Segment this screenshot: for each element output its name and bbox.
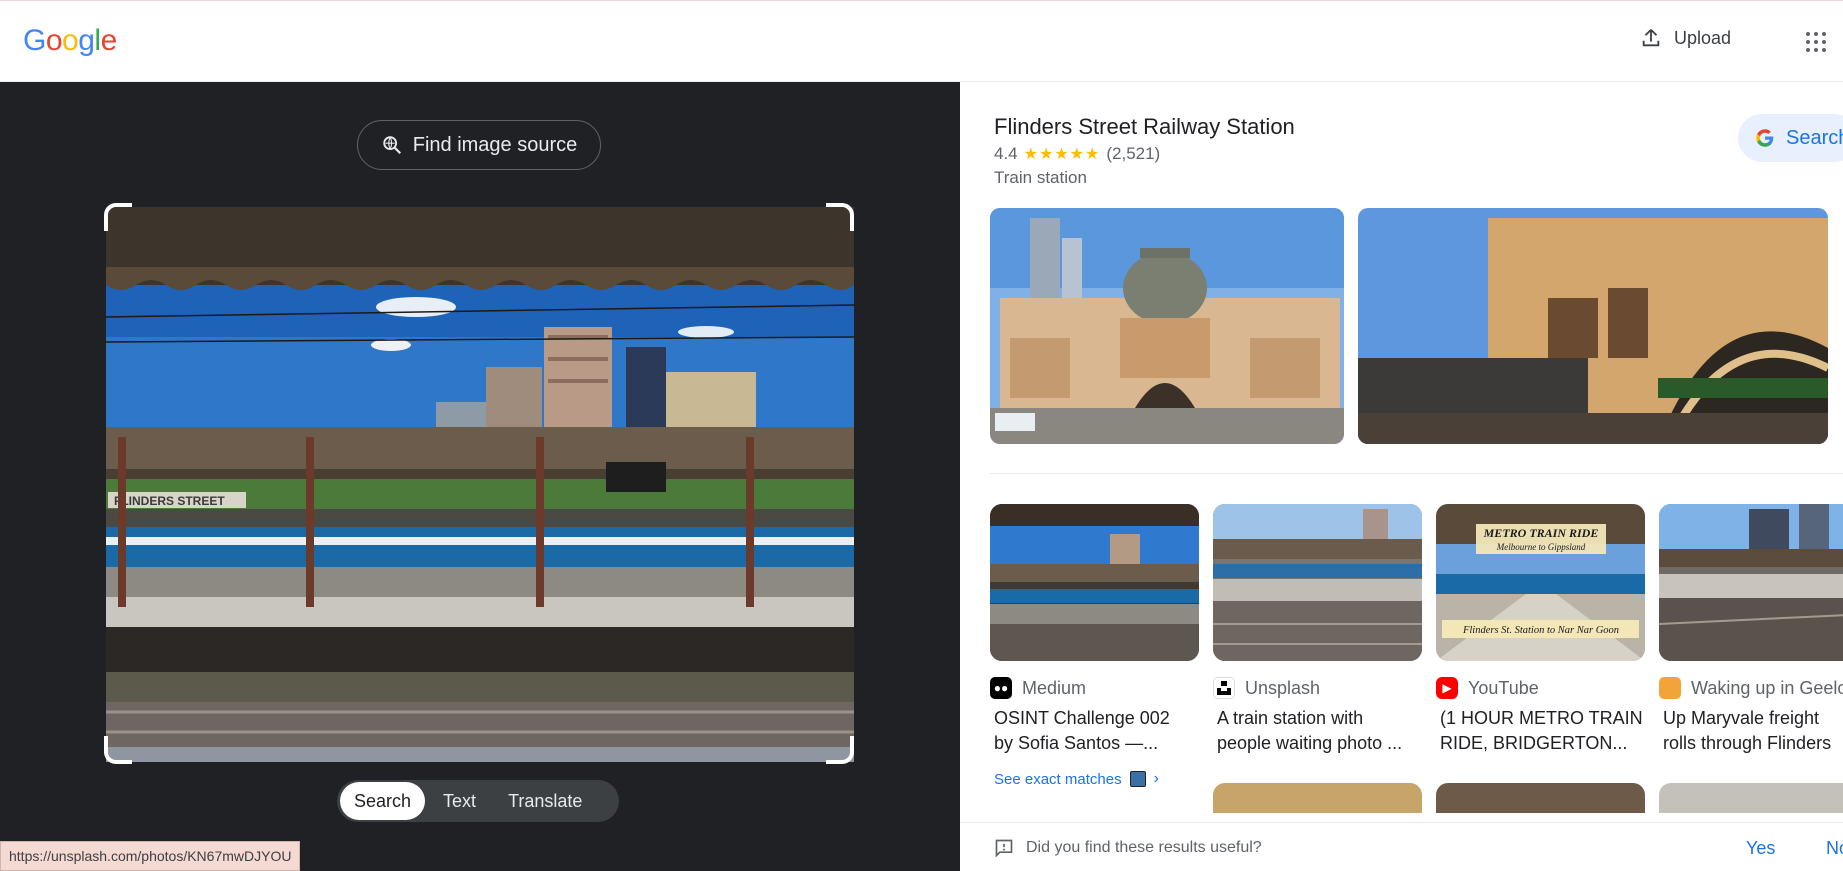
exact-match-thumb-icon	[1129, 771, 1146, 787]
feedback-question: Did you find these results useful?	[1026, 839, 1262, 856]
crop-handle-top-right[interactable]	[826, 203, 854, 231]
result-thumbnail-2[interactable]	[1213, 504, 1422, 661]
apps-grid-icon[interactable]	[1806, 32, 1826, 52]
logo-letter: e	[100, 24, 118, 57]
lens-image-panel: Find image source FLINDERS STREET Search…	[0, 82, 960, 871]
feedback-no-button[interactable]: No	[1826, 838, 1843, 859]
feedback-bar: Did you find these results useful? Yes N…	[960, 822, 1843, 871]
unsplash-icon	[1213, 677, 1235, 699]
result-source-1[interactable]: ●● Medium	[990, 677, 1086, 699]
result-title-1[interactable]: OSINT Challenge 002 by Sofia Santos —...	[994, 706, 1199, 756]
google-g-icon	[1756, 129, 1774, 147]
result-title-4[interactable]: Up Maryvale freight rolls through Flinde…	[1663, 706, 1843, 756]
rating-value: 4.4	[994, 144, 1018, 163]
review-count: (2,521)	[1106, 144, 1161, 163]
rating-stars-icon: ★★★★★	[1023, 146, 1101, 163]
place-title[interactable]: Flinders Street Railway Station	[994, 114, 1295, 140]
feedback-yes-button[interactable]: Yes	[1746, 838, 1775, 859]
thumb-overlay-caption: Flinders St. Station to Nar Nar Goon	[1462, 625, 1619, 636]
youtube-icon: ▶	[1436, 677, 1458, 699]
chevron-right-icon: ›	[1153, 770, 1159, 787]
place-photo-1[interactable]	[990, 208, 1344, 444]
source-name: YouTube	[1468, 677, 1539, 698]
logo-letter: G	[23, 24, 46, 57]
place-type: Train station	[994, 168, 1087, 187]
site-icon	[1659, 677, 1681, 699]
search-chip-label: Search	[1786, 126, 1843, 149]
source-name: Waking up in Geelo	[1691, 677, 1843, 698]
logo-letter: o	[45, 24, 63, 57]
section-divider	[990, 473, 1843, 474]
find-image-source-button[interactable]: Find image source	[357, 120, 601, 170]
upload-label: Upload	[1674, 27, 1732, 48]
crop-handle-bottom-left[interactable]	[104, 736, 132, 764]
result-source-4[interactable]: Waking up in Geelo	[1659, 677, 1843, 699]
source-name: Unsplash	[1245, 677, 1321, 698]
google-lens-page: Google Upload Find image source FLINDERS…	[0, 0, 1843, 871]
thumb-overlay-title: METRO TRAIN RIDE	[1483, 526, 1599, 540]
logo-letter: g	[78, 24, 95, 57]
result-source-2[interactable]: Unsplash	[1213, 677, 1320, 699]
result-thumbnail-1[interactable]	[990, 504, 1199, 661]
result-title-3[interactable]: (1 HOUR METRO TRAIN RIDE, BRIDGERTON...	[1440, 706, 1645, 756]
link-status-bar: https://unsplash.com/photos/KN67mwDJYOU	[0, 841, 301, 871]
find-image-source-label: Find image source	[412, 133, 578, 156]
result-thumbnail-6[interactable]	[1436, 783, 1645, 813]
result-thumbnail-4[interactable]	[1659, 504, 1843, 661]
top-bar: Google Upload	[0, 0, 1843, 82]
upload-button[interactable]: Upload	[1640, 27, 1731, 49]
result-source-3[interactable]: ▶ YouTube	[1436, 677, 1539, 699]
crop-handle-top-left[interactable]	[104, 203, 132, 231]
upload-icon	[1642, 29, 1660, 47]
station-sign-text: FLINDERS STREET	[114, 494, 225, 508]
google-search-button[interactable]: Search	[1738, 114, 1843, 162]
tab-translate[interactable]: Translate	[494, 782, 596, 820]
result-thumbnail-3[interactable]: METRO TRAIN RIDE Melbourne to Gippsland …	[1436, 504, 1645, 661]
thumb-overlay-subtitle: Melbourne to Gippsland	[1496, 542, 1586, 552]
place-photo-2[interactable]	[1358, 208, 1828, 444]
source-name: Medium	[1022, 677, 1087, 698]
medium-icon: ●●	[990, 677, 1012, 699]
feedback-icon	[995, 839, 1013, 858]
tab-search[interactable]: Search	[340, 782, 426, 820]
see-exact-matches-link[interactable]: See exact matches ›	[994, 770, 1159, 788]
place-rating: 4.4 ★★★★★ (2,521)	[994, 144, 1160, 164]
lens-mode-tabs: Search Text Translate	[337, 780, 619, 822]
result-title-2[interactable]: A train station with people waiting phot…	[1217, 706, 1422, 756]
result-thumbnail-7[interactable]	[1659, 783, 1843, 813]
tab-text[interactable]: Text	[429, 782, 490, 820]
logo-letter: o	[62, 24, 79, 57]
crop-handle-bottom-right[interactable]	[826, 736, 854, 764]
google-logo[interactable]: Google	[23, 24, 117, 58]
results-panel: Flinders Street Railway Station 4.4 ★★★★…	[960, 82, 1843, 871]
query-image[interactable]: FLINDERS STREET	[106, 207, 854, 762]
result-thumbnail-5[interactable]	[1213, 783, 1422, 813]
find-source-icon	[383, 136, 401, 155]
see-exact-matches-label: See exact matches	[994, 770, 1122, 788]
